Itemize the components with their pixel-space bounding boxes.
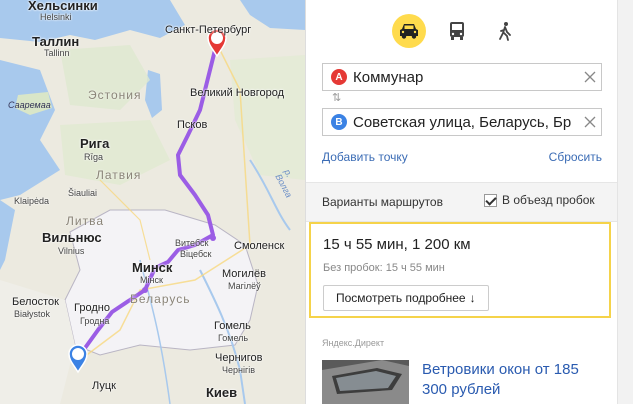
route-variants-header: Варианты маршрутов В объезд пробок [306, 182, 618, 222]
city-klaipeda: Klaipėda [14, 196, 50, 206]
to-field[interactable]: B [322, 108, 602, 136]
city-mogilev: Могилёв [222, 268, 266, 280]
city-riga: Рига [80, 136, 110, 151]
city-riga-local: Rīga [84, 152, 104, 162]
swap-icon[interactable]: ⇅ [332, 91, 341, 104]
city-kiev: Киев [206, 385, 238, 400]
avoid-traffic-label: В объезд пробок [502, 193, 595, 207]
marker-b-icon [68, 344, 88, 374]
city-belostok-local: Białystok [14, 309, 51, 319]
city-chernigov-local: Чернігів [222, 365, 256, 375]
ad-link[interactable]: Ветровики окон от 185 300 рублей [422, 360, 602, 400]
country-lithuania: Литва [66, 214, 104, 228]
city-grodno: Гродно [74, 302, 110, 314]
city-lutsk: Луцк [92, 380, 116, 392]
details-button[interactable]: Посмотреть подробнее ↓ [323, 285, 489, 311]
details-button-label: Посмотреть подробнее [336, 291, 466, 305]
clear-from-button[interactable] [579, 71, 601, 83]
route-panel: A ⇅ B Добавить точку Сбросить Варианты м… [305, 0, 618, 404]
form-links: Добавить точку Сбросить [322, 150, 602, 164]
from-input[interactable] [353, 68, 579, 86]
route-no-traffic-time: Без пробок: 15 ч 55 мин [323, 262, 445, 274]
city-vitebsk: Витебск [175, 238, 209, 248]
island-saaremaa: Сааремаа [8, 100, 51, 110]
country-belarus: Беларусь [130, 292, 191, 306]
city-vitebsk-local: Віцебск [180, 249, 212, 259]
city-spb: Санкт-Петербург [165, 24, 252, 36]
badge-a-icon: A [331, 69, 347, 85]
variants-title: Варианты маршрутов [322, 195, 443, 209]
close-icon [584, 116, 596, 128]
to-input[interactable] [353, 113, 579, 131]
city-vilnius-local: Vilnius [58, 246, 85, 256]
country-latvia: Латвия [96, 168, 142, 182]
city-tallinn: Таллин [32, 34, 80, 49]
mode-car-button[interactable] [392, 14, 426, 48]
walk-icon [499, 22, 511, 41]
badge-b-icon: B [331, 114, 347, 130]
car-window-image-icon [322, 360, 409, 404]
route-map[interactable]: Хельсинки Helsinki Таллин Tallinn Санкт-… [0, 0, 305, 404]
route-option-card[interactable]: 15 ч 55 мин, 1 200 км Без пробок: 15 ч 5… [309, 222, 611, 318]
city-belostok: Белосток [12, 296, 59, 308]
mode-bus-button[interactable] [440, 14, 474, 48]
transport-modes [392, 14, 522, 48]
scrollbar[interactable] [617, 0, 633, 404]
city-mogilev-local: Магілёў [228, 281, 261, 291]
arrow-down-icon: ↓ [469, 291, 476, 305]
avoid-traffic-checkbox[interactable]: В объезд пробок [484, 193, 595, 207]
city-gomel-local: Гомель [218, 333, 249, 343]
city-pskov: Псков [177, 119, 208, 131]
checkbox-checked-icon [484, 193, 497, 207]
city-shiauliai: Šiauliai [68, 188, 98, 198]
from-field[interactable]: A [322, 63, 602, 91]
close-icon [584, 71, 596, 83]
mode-walk-button[interactable] [488, 14, 522, 48]
city-minsk-local: Мінск [140, 275, 163, 285]
country-estonia: Эстония [88, 88, 142, 102]
bus-icon [450, 22, 464, 40]
reset-link[interactable]: Сбросить [549, 150, 602, 164]
car-icon [400, 24, 418, 39]
ad-source-label: Яндекс.Директ [322, 338, 385, 348]
route-waypoint [210, 235, 216, 241]
city-minsk: Минск [132, 260, 173, 275]
city-helsinki-local: Helsinki [40, 12, 72, 22]
city-grodno-local: Гродна [80, 316, 110, 326]
clear-to-button[interactable] [579, 116, 601, 128]
city-smolensk: Смоленск [234, 240, 285, 252]
city-vilnius: Вильнюс [42, 230, 102, 245]
route-time-distance: 15 ч 55 мин, 1 200 км [323, 236, 471, 253]
add-point-link[interactable]: Добавить точку [322, 150, 408, 164]
city-tallinn-local: Tallinn [44, 48, 70, 58]
city-novgorod: Великий Новгород [190, 87, 285, 99]
ad-image[interactable] [322, 360, 409, 404]
city-chernigov: Чернигов [215, 352, 263, 364]
city-gomel: Гомель [214, 320, 251, 332]
